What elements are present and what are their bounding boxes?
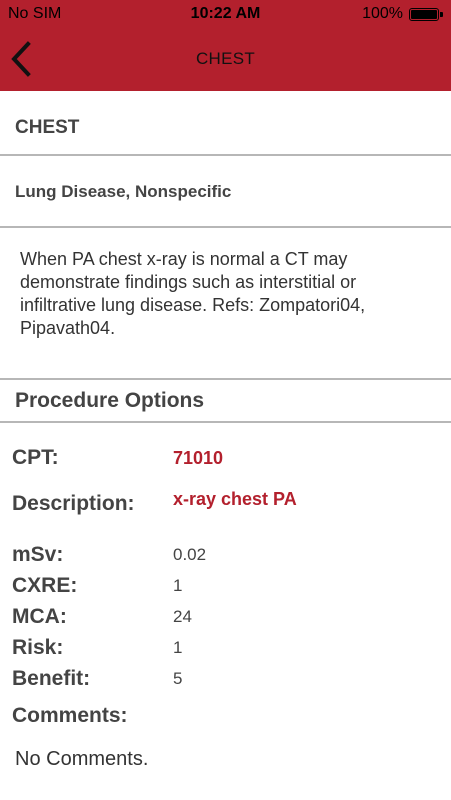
procedure-options-header: Procedure Options: [15, 389, 205, 412]
mca-label: MCA:: [12, 605, 67, 628]
battery-tip: [440, 12, 443, 17]
description-value: x-ray chest PA: [173, 489, 297, 509]
cxre-label: CXRE:: [12, 574, 78, 597]
comments-value: No Comments.: [15, 748, 149, 770]
summary-text: When PA chest x-ray is normal a CT may d…: [20, 249, 366, 338]
comments-label: Comments:: [12, 704, 128, 727]
divider: [0, 378, 451, 380]
msv-label: mSv:: [12, 543, 64, 566]
section-title: CHEST: [15, 117, 80, 138]
nav-bar: CHEST: [0, 28, 451, 91]
cpt-value: 71010: [173, 448, 224, 468]
battery-percent: 100%: [362, 5, 403, 22]
app-header: No SIM 10:22 AM 100% CHEST: [0, 0, 451, 91]
benefit-label: Benefit:: [12, 667, 91, 690]
risk-label: Risk:: [12, 636, 64, 659]
divider: [0, 154, 451, 156]
description-label: Description:: [12, 492, 135, 515]
risk-value: 1: [173, 638, 183, 657]
subtitle: Lung Disease, Nonspecific: [15, 182, 232, 201]
cxre-value: 1: [173, 576, 183, 595]
mca-value: 24: [173, 607, 192, 626]
status-bar: No SIM 10:22 AM 100%: [0, 0, 451, 28]
battery-full-icon: [409, 8, 439, 21]
benefit-value: 5: [173, 669, 183, 688]
nav-title: CHEST: [195, 49, 256, 68]
msv-value: 0.02: [173, 545, 207, 564]
cpt-label: CPT:: [12, 446, 59, 469]
divider: [0, 421, 451, 423]
divider: [0, 226, 451, 228]
